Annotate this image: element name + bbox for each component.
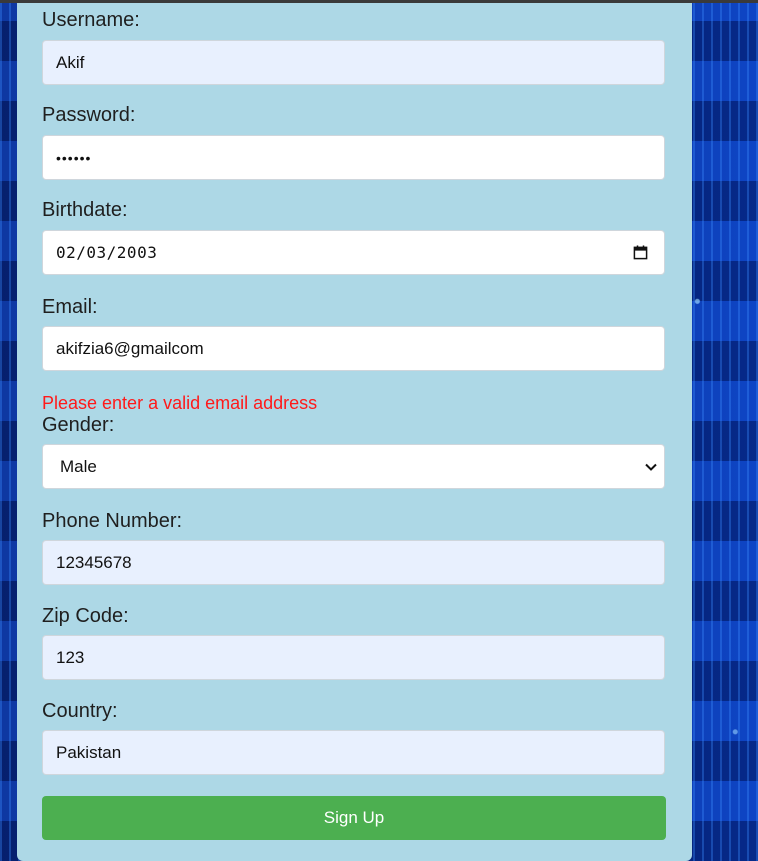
zip-input[interactable]: 123 (42, 635, 665, 680)
username-value: Akif (56, 52, 85, 72)
phone-value: 12345678 (56, 552, 132, 572)
country-label: Country: (42, 700, 118, 722)
birthdate-input[interactable]: 02/03/2003 (42, 230, 665, 275)
phone-label: Phone Number: (42, 510, 183, 532)
username-label: Username: (42, 9, 140, 31)
zip-label: Zip Code: (42, 605, 129, 627)
chevron-down-icon (645, 463, 657, 471)
email-error-message: Please enter a valid email address (42, 393, 318, 413)
phone-input[interactable]: 12345678 (42, 540, 665, 585)
sign-up-button[interactable]: Sign Up (42, 796, 666, 840)
username-input[interactable]: Akif (42, 40, 665, 85)
gender-label: Gender: (42, 414, 115, 436)
email-input[interactable]: akifzia6@gmailcom (42, 326, 665, 371)
calendar-icon[interactable] (633, 245, 648, 260)
zip-value: 123 (56, 647, 85, 667)
password-value: •••••• (56, 149, 92, 166)
email-label: Email: (42, 296, 98, 318)
signup-form-panel: Username: Akif Password: •••••• Birthdat… (17, 3, 692, 861)
email-value: akifzia6@gmailcom (56, 338, 204, 358)
country-value: Pakistan (56, 742, 122, 762)
gender-value: Male (60, 456, 97, 476)
password-input[interactable]: •••••• (42, 135, 665, 180)
birthdate-value: 02/03/2003 (56, 243, 158, 262)
password-label: Password: (42, 104, 136, 126)
gender-select[interactable]: Male (42, 444, 665, 489)
birthdate-label: Birthdate: (42, 199, 128, 221)
country-input[interactable]: Pakistan (42, 730, 665, 775)
